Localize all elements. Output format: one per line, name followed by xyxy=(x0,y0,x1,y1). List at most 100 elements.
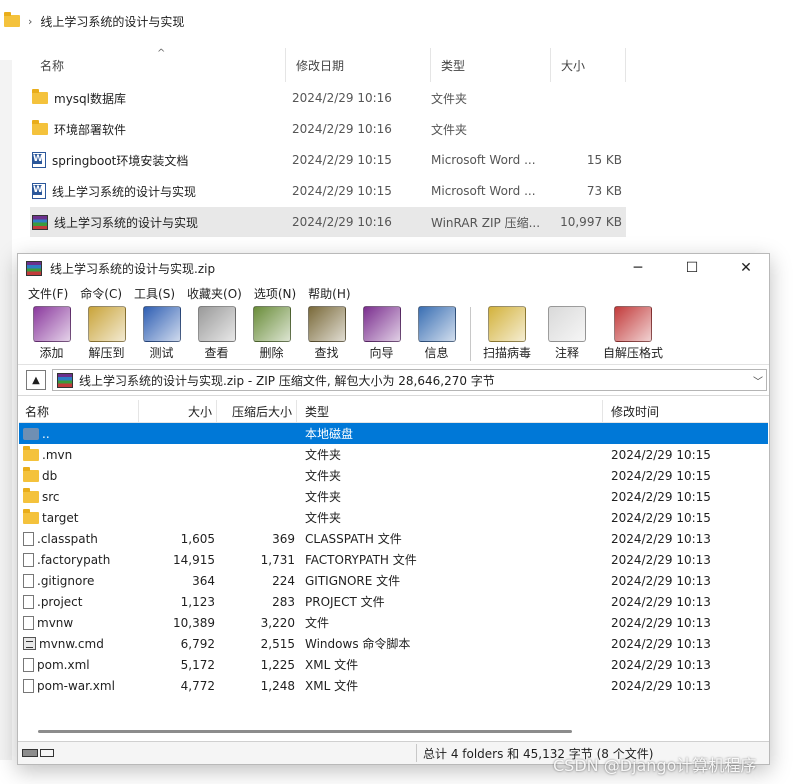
file-size: 15 KB xyxy=(586,153,622,167)
explorer-row[interactable]: 线上学习系统的设计与实现 2024/2/29 10:16 WinRAR ZIP 压缩… xyxy=(30,207,626,237)
menu-item[interactable]: 帮助(H) xyxy=(302,285,356,302)
column-size[interactable]: 大小 xyxy=(551,48,626,82)
type-cell: XML 文件 xyxy=(305,679,359,693)
list-item[interactable]: target 文件夹 2024/2/29 10:15 xyxy=(19,507,768,528)
file-name: 线上学习系统的设计与实现 xyxy=(54,215,199,230)
file-type: 文件夹 xyxy=(431,122,468,137)
packed-size-cell: 3,220 xyxy=(260,615,295,630)
sfx-button[interactable]: 自解压格式 xyxy=(597,304,669,361)
file-icon xyxy=(23,552,34,567)
size-cell: 364 xyxy=(192,573,215,588)
up-folder-button[interactable]: ▲ xyxy=(26,370,46,390)
close-icon[interactable]: ✕ xyxy=(723,254,769,282)
name-cell: target xyxy=(19,508,139,525)
toolbar-label: 信息 xyxy=(424,346,449,360)
folder-icon xyxy=(23,445,39,461)
column-date[interactable]: 修改日期 xyxy=(286,48,431,82)
breadcrumb-folder[interactable]: 线上学习系统的设计与实现 xyxy=(40,13,184,30)
column-name[interactable]: 名称 xyxy=(19,400,139,422)
column-type[interactable]: 类型 xyxy=(431,48,551,82)
address-field[interactable]: 线上学习系统的设计与实现.zip - ZIP 压缩文件, 解包大小为 28,64… xyxy=(52,369,767,391)
minimize-icon[interactable]: ─ xyxy=(615,254,661,282)
title-bar: 线上学习系统的设计与实现.zip ─ ☐ ✕ xyxy=(18,254,769,282)
type-cell: 文件夹 xyxy=(305,469,342,483)
comment-button[interactable]: 注释 xyxy=(537,304,597,361)
extract-to-button[interactable]: 解压到 xyxy=(79,304,134,361)
list-item[interactable]: pom-war.xml 4,772 1,248 XML 文件 2024/2/29 10:… xyxy=(19,675,768,696)
toolbar-label: 删除 xyxy=(259,346,284,360)
column-size[interactable]: 大小 xyxy=(139,400,217,422)
list-item[interactable]: src 文件夹 2024/2/29 10:15 xyxy=(19,486,768,507)
list-item[interactable]: mvnw 10,389 3,220 文件 2024/2/29 10:13 xyxy=(19,612,768,633)
type-cell: CLASSPATH 文件 xyxy=(305,532,402,546)
test-icon xyxy=(142,306,181,342)
add-archive-button[interactable]: 添加 xyxy=(24,304,79,361)
toolbar-separator xyxy=(470,307,471,361)
chevron-down-icon[interactable]: ﹀ xyxy=(750,373,766,388)
list-item[interactable]: .project 1,123 283 PROJECT 文件 2024/2/29 10:1… xyxy=(19,591,768,612)
list-item[interactable]: .gitignore 364 224 GITIGNORE 文件 2024/2/29 10… xyxy=(19,570,768,591)
file-type: 文件夹 xyxy=(431,91,468,106)
column-modified[interactable]: 修改时间 xyxy=(603,400,763,422)
file-name: .project xyxy=(37,594,83,609)
toolbar-label: 扫描病毒 xyxy=(482,346,531,360)
list-item[interactable]: db 文件夹 2024/2/29 10:15 xyxy=(19,465,768,486)
modified-cell: 2024/2/29 10:15 xyxy=(611,468,711,483)
file-name: src xyxy=(42,489,60,504)
wizard-button[interactable]: 向导 xyxy=(354,304,409,361)
explorer-row[interactable]: 线上学习系统的设计与实现 2024/2/29 10:15 Microsoft Wor… xyxy=(30,176,626,206)
explorer-row[interactable]: mysql数据库 2024/2/29 10:16 文件夹 xyxy=(30,83,626,113)
file-name: mvnw.cmd xyxy=(39,636,104,651)
explorer-name-cell: springboot环境安装文档 xyxy=(30,152,286,169)
breadcrumb: › 线上学习系统的设计与实现 xyxy=(0,0,798,42)
name-cell: db xyxy=(19,466,139,483)
column-name[interactable]: 名称 xyxy=(30,48,286,82)
list-item[interactable]: .mvn 文件夹 2024/2/29 10:15 xyxy=(19,444,768,465)
list-item[interactable]: .classpath 1,605 369 CLASSPATH 文件 2024/2/29 … xyxy=(19,528,768,549)
menu-item[interactable]: 文件(F) xyxy=(22,285,74,302)
folder-icon xyxy=(23,508,39,524)
file-name: 线上学习系统的设计与实现 xyxy=(52,184,197,199)
maximize-icon[interactable]: ☐ xyxy=(669,254,715,282)
virus-scan-button[interactable]: 扫描病毒 xyxy=(477,304,537,361)
toolbar-label: 自解压格式 xyxy=(602,346,663,360)
file-type: Microsoft Word ... xyxy=(431,184,536,198)
modified-cell: 2024/2/29 10:13 xyxy=(611,615,711,630)
menu-item[interactable]: 收藏夹(O) xyxy=(181,285,248,302)
name-cell: mvnw.cmd xyxy=(19,637,139,651)
column-type[interactable]: 类型 xyxy=(297,400,603,422)
file-type: Microsoft Word ... xyxy=(431,153,536,167)
list-item[interactable]: .. 本地磁盘 xyxy=(19,423,768,444)
size-cell: 4,772 xyxy=(180,678,215,693)
delete-icon xyxy=(252,306,291,342)
column-packed-size[interactable]: 压缩后大小 xyxy=(217,400,297,422)
delete-button[interactable]: 删除 xyxy=(244,304,299,361)
test-button[interactable]: 测试 xyxy=(134,304,189,361)
menu-item[interactable]: 命令(C) xyxy=(74,285,128,302)
info-button[interactable]: 信息 xyxy=(409,304,464,361)
modified-cell: 2024/2/29 10:13 xyxy=(611,531,711,546)
menu-item[interactable]: 工具(S) xyxy=(128,285,181,302)
explorer-row[interactable]: springboot环境安装文档 2024/2/29 10:15 Microsoft… xyxy=(30,145,626,175)
modified-cell: 2024/2/29 10:13 xyxy=(611,573,711,588)
view-button[interactable]: 查看 xyxy=(189,304,244,361)
find-button[interactable]: 查找 xyxy=(299,304,354,361)
name-cell: .gitignore xyxy=(19,573,139,588)
list-item[interactable]: pom.xml 5,172 1,225 XML 文件 2024/2/29 10:13 xyxy=(19,654,768,675)
modified-cell: 2024/2/29 10:13 xyxy=(611,636,711,651)
folder-icon xyxy=(32,89,48,104)
chevron-right-icon[interactable]: › xyxy=(28,15,32,28)
file-name: mvnw xyxy=(37,615,74,630)
file-name: .. xyxy=(42,426,50,441)
address-bar: ▲ 线上学习系统的设计与实现.zip - ZIP 压缩文件, 解包大小为 28,… xyxy=(18,365,769,396)
drive-status-icon[interactable] xyxy=(22,747,58,759)
virus-scan-icon xyxy=(488,306,526,342)
name-cell: .factorypath xyxy=(19,552,139,567)
folder-icon xyxy=(23,487,39,503)
modified-cell: 2024/2/29 10:13 xyxy=(611,594,711,609)
list-item[interactable]: mvnw.cmd 6,792 2,515 Windows 命令脚本 2024/2/29 … xyxy=(19,633,768,654)
list-item[interactable]: .factorypath 14,915 1,731 FACTORYPATH 文件 202… xyxy=(19,549,768,570)
explorer-row[interactable]: 环境部署软件 2024/2/29 10:16 文件夹 xyxy=(30,114,626,144)
menu-item[interactable]: 选项(N) xyxy=(248,285,302,302)
horizontal-scrollbar[interactable] xyxy=(38,730,572,733)
